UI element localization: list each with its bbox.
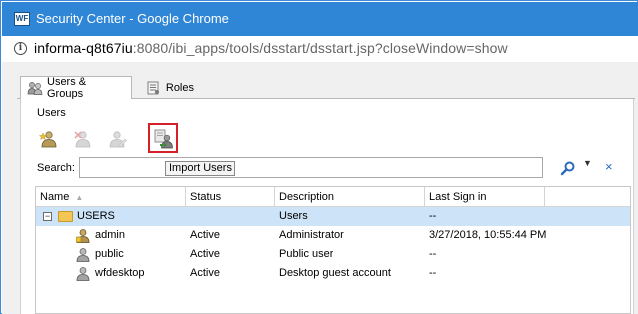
webfocus-app-icon: WF (14, 12, 30, 26)
delete-user-button[interactable] (73, 129, 93, 149)
sort-ascending-icon: ▲ (75, 193, 84, 202)
search-options-dropdown-icon[interactable]: ▼ (583, 158, 592, 168)
section-label: Users (37, 107, 66, 119)
row-name: wfdesktop (95, 267, 145, 279)
row-name: USERS (77, 210, 115, 222)
url-host: informa-q8t67iu (34, 40, 133, 56)
column-header-name-label: Name (40, 191, 70, 203)
new-user-icon (38, 131, 57, 148)
user-icon (76, 267, 90, 281)
import-users-button[interactable] (148, 123, 178, 153)
users-panel: Users Search: Import Users ▼ × Name ▲ St… (20, 99, 634, 314)
row-last-sign-in: -- (429, 267, 437, 279)
import-users-tooltip: Import Users (165, 161, 235, 176)
search-row: Search: Import Users ▼ × (35, 156, 631, 180)
info-icon[interactable]: i (14, 42, 27, 55)
tab-roles[interactable]: Roles (140, 76, 200, 99)
column-header-last-sign-in[interactable]: Last Sign in (425, 187, 545, 207)
delete-user-icon (74, 131, 91, 148)
search-label: Search: (37, 162, 75, 174)
row-status: Active (190, 267, 220, 279)
address-bar[interactable]: i informa-q8t67iu:8080/ibi_apps/tools/ds… (2, 36, 638, 62)
row-last-sign-in: 3/27/2018, 10:55:44 PM (429, 229, 547, 241)
table-row[interactable]: wfdesktop Active Desktop guest account -… (36, 264, 630, 283)
grid-header: Name ▲ Status Description Last Sign in (36, 187, 630, 207)
user-icon (76, 248, 90, 262)
row-description: Users (279, 210, 308, 222)
column-header-name[interactable]: Name ▲ (36, 187, 186, 207)
row-description: Desktop guest account (279, 267, 391, 279)
users-groups-icon (27, 81, 43, 95)
table-row[interactable]: public Active Public user -- (36, 245, 630, 264)
row-description: Public user (279, 248, 334, 260)
page-content: Users & Groups Roles Users Search: Impor… (2, 62, 638, 314)
url-text[interactable]: informa-q8t67iu:8080/ibi_apps/tools/dsst… (34, 40, 508, 56)
row-description: Administrator (279, 229, 344, 241)
search-input[interactable] (79, 157, 543, 178)
tab-users-groups[interactable]: Users & Groups (20, 76, 132, 100)
row-last-sign-in: -- (429, 210, 437, 222)
browser-window: WF Security Center - Google Chrome i inf… (0, 0, 638, 314)
tab-roles-label: Roles (165, 81, 194, 94)
search-icon[interactable] (560, 160, 576, 176)
row-name: admin (95, 229, 125, 241)
table-row[interactable]: admin Active Administrator 3/27/2018, 10… (36, 226, 630, 245)
column-header-status[interactable]: Status (186, 187, 275, 207)
edit-user-icon (109, 131, 127, 148)
table-row[interactable]: − USERS Users -- (36, 207, 630, 226)
clear-search-icon[interactable]: × (605, 159, 613, 174)
roles-icon (146, 81, 162, 95)
window-title: Security Center - Google Chrome (36, 11, 229, 26)
row-status: Active (190, 248, 220, 260)
admin-user-icon (76, 229, 90, 243)
new-user-button[interactable] (38, 129, 59, 149)
url-path: :8080/ibi_apps/tools/dsstart/dsstart.jsp… (132, 40, 508, 56)
import-users-icon (154, 129, 173, 149)
row-status: Active (190, 229, 220, 241)
column-header-description[interactable]: Description (275, 187, 425, 207)
edit-user-button[interactable] (107, 129, 127, 149)
tab-users-groups-label: Users & Groups (47, 76, 87, 100)
collapse-icon[interactable]: − (43, 212, 52, 221)
row-name: public (95, 248, 124, 260)
users-grid: Name ▲ Status Description Last Sign in − … (35, 186, 631, 314)
tab-strip: Users & Groups Roles (17, 73, 635, 100)
row-last-sign-in: -- (429, 248, 437, 260)
title-bar: WF Security Center - Google Chrome (2, 2, 638, 36)
folder-icon (58, 211, 73, 222)
